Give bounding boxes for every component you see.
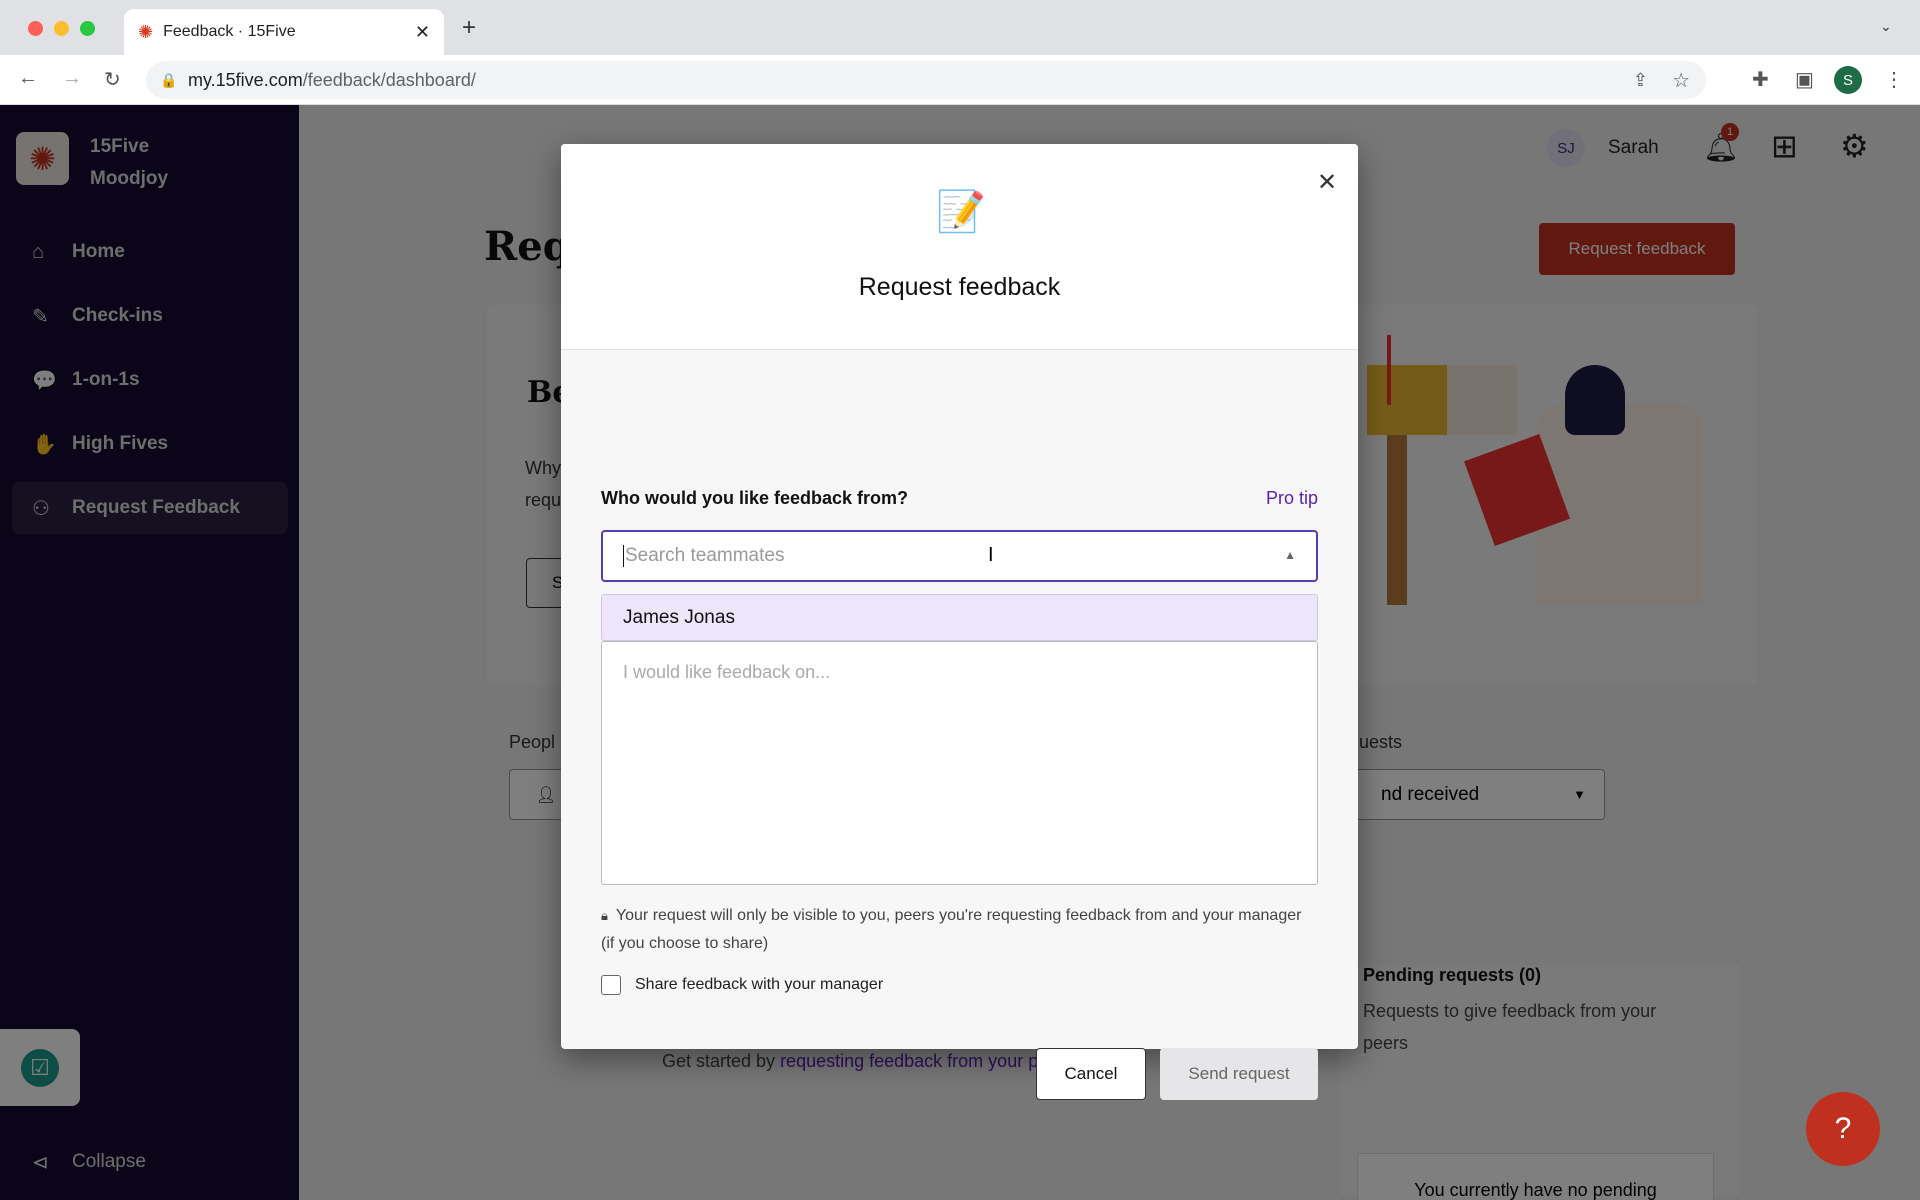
help-question-icon: ? xyxy=(1834,1112,1852,1145)
help-button[interactable]: ? xyxy=(1806,1092,1880,1166)
modal-title: Request feedback xyxy=(858,273,1061,301)
close-tab-icon[interactable]: ✕ xyxy=(415,22,430,43)
favicon-icon: ✺ xyxy=(138,21,154,42)
modal-header: 📝 Request feedback ✕ xyxy=(561,144,1358,350)
share-icon[interactable]: ⇪ xyxy=(1633,70,1648,91)
browser-tab[interactable]: ✺ Feedback · 15Five ✕ xyxy=(124,9,444,55)
cancel-button[interactable]: Cancel xyxy=(1036,1048,1146,1100)
dropdown-caret-up-icon[interactable]: ▲ xyxy=(1284,548,1296,562)
lock-icon: 🔒︎ xyxy=(601,908,608,923)
send-request-button[interactable]: Send request xyxy=(1160,1048,1318,1100)
recipient-question: Who would you like feedback from? xyxy=(601,488,909,508)
url-path: /feedback/dashboard/ xyxy=(302,69,476,90)
minimize-window-button[interactable] xyxy=(54,21,69,36)
feedback-topic-textarea[interactable]: I would like feedback on... xyxy=(601,641,1318,885)
lock-icon: 🔒 xyxy=(160,71,178,88)
pro-tip-link[interactable]: Pro tip xyxy=(1266,488,1318,509)
url-domain: my.15five.com xyxy=(188,69,303,90)
textarea-placeholder: I would like feedback on... xyxy=(623,662,831,682)
address-bar-row: ← → ↻ 🔒 my.15five.com/feedback/dashboard… xyxy=(0,55,1920,105)
dropdown-option[interactable]: James Jonas xyxy=(601,594,1318,641)
new-tab-icon[interactable]: + xyxy=(462,14,476,42)
privacy-note-text: Your request will only be visible to you… xyxy=(601,907,1302,952)
forward-icon[interactable]: → xyxy=(62,67,82,90)
tab-list-chevron-icon[interactable]: ⌄ xyxy=(1880,18,1892,35)
close-modal-icon[interactable]: ✕ xyxy=(1317,168,1337,197)
profile-avatar[interactable]: S xyxy=(1834,66,1862,94)
menu-kebab-icon[interactable]: ⋮ xyxy=(1884,67,1904,92)
teammate-search-input[interactable]: Search teammates I ▲ xyxy=(601,530,1318,582)
share-with-manager-label[interactable]: Share feedback with your manager xyxy=(635,976,883,994)
reload-icon[interactable]: ↻ xyxy=(104,67,121,92)
browser-tab-bar: ✺ Feedback · 15Five ✕ + ⌄ xyxy=(0,0,1920,55)
side-panel-icon[interactable]: ▣ xyxy=(1795,67,1814,92)
back-icon[interactable]: ← xyxy=(18,67,38,90)
extensions-icon[interactable]: ✚ xyxy=(1752,67,1769,92)
share-with-manager-checkbox[interactable] xyxy=(601,975,621,995)
privacy-note: 🔒︎ Your request will only be visible to y… xyxy=(601,902,1318,958)
tab-title: Feedback · 15Five xyxy=(163,23,296,40)
url-field[interactable]: 🔒 my.15five.com/feedback/dashboard/ ☆ ⇪ xyxy=(146,61,1706,99)
text-cursor-icon: I xyxy=(988,544,994,566)
search-placeholder: Search teammates xyxy=(625,545,785,566)
memo-pencil-icon: 📝 xyxy=(936,190,986,234)
option-label: James Jonas xyxy=(623,606,735,628)
request-feedback-modal: 📝 Request feedback ✕ Who would you like … xyxy=(561,144,1358,1100)
app-content: ✺ 15Five Moodjoy ⌂Home ✎Check-ins 💬1-on-… xyxy=(0,105,1920,1200)
bookmark-star-icon[interactable]: ☆ xyxy=(1672,68,1690,93)
maximize-window-button[interactable] xyxy=(80,21,95,36)
close-window-button[interactable] xyxy=(28,21,43,36)
